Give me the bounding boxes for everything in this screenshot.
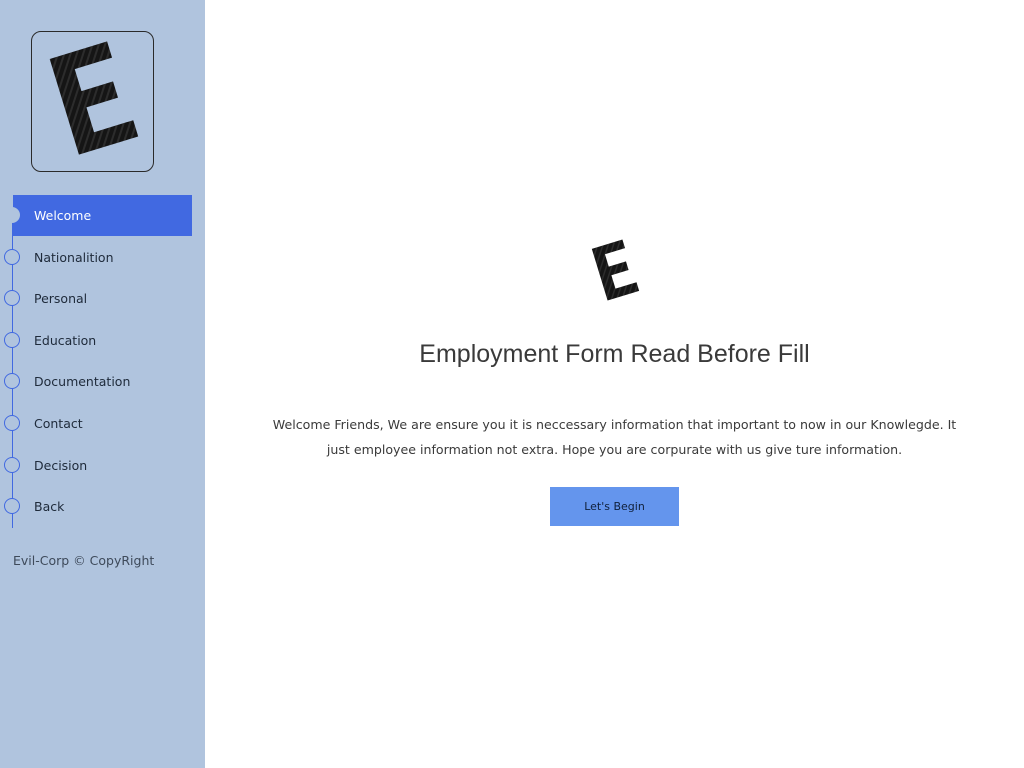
sidebar-item-documentation[interactable]: Documentation xyxy=(0,361,205,403)
hero-logo-e-icon xyxy=(591,239,640,301)
sidebar-item-label: Decision xyxy=(34,457,88,473)
sidebar-item-back[interactable]: Back xyxy=(0,486,205,528)
sidebar-item-nationalition[interactable]: Nationalition xyxy=(0,237,205,279)
sidebar-item-personal[interactable]: Personal xyxy=(0,278,205,320)
sidebar-item-label: Nationalition xyxy=(34,249,114,265)
intro-description: Welcome Friends, We are ensure you it is… xyxy=(272,417,957,457)
sidebar-nav: Welcome Nationalition Personal Education… xyxy=(0,195,205,528)
step-circle-icon xyxy=(4,207,20,223)
sidebar: Welcome Nationalition Personal Education… xyxy=(0,0,205,768)
step-circle-icon xyxy=(4,331,20,348)
step-circle-icon xyxy=(4,248,20,265)
copyright-text: Evil-Corp © CopyRight xyxy=(13,553,155,568)
sidebar-item-label: Back xyxy=(34,499,65,515)
main-content: Employment Form Read Before Fill Welcome… xyxy=(205,0,1024,768)
brand-logo xyxy=(31,31,154,172)
lets-begin-button[interactable]: Let's Begin xyxy=(550,487,679,526)
sidebar-item-label: Welcome xyxy=(34,208,92,223)
sidebar-item-contact[interactable]: Contact xyxy=(0,403,205,445)
sidebar-item-label: Education xyxy=(34,332,97,348)
logo-e-icon xyxy=(49,41,139,155)
sidebar-item-label: Documentation xyxy=(34,374,131,390)
page-title: Employment Form Read Before Fill xyxy=(419,340,810,368)
step-circle-icon xyxy=(4,414,20,431)
sidebar-item-label: Personal xyxy=(34,291,88,307)
step-circle-icon xyxy=(4,456,20,473)
sidebar-item-label: Contact xyxy=(34,415,83,431)
sidebar-item-welcome[interactable]: Welcome xyxy=(0,195,205,237)
sidebar-item-education[interactable]: Education xyxy=(0,320,205,362)
sidebar-item-decision[interactable]: Decision xyxy=(0,445,205,487)
